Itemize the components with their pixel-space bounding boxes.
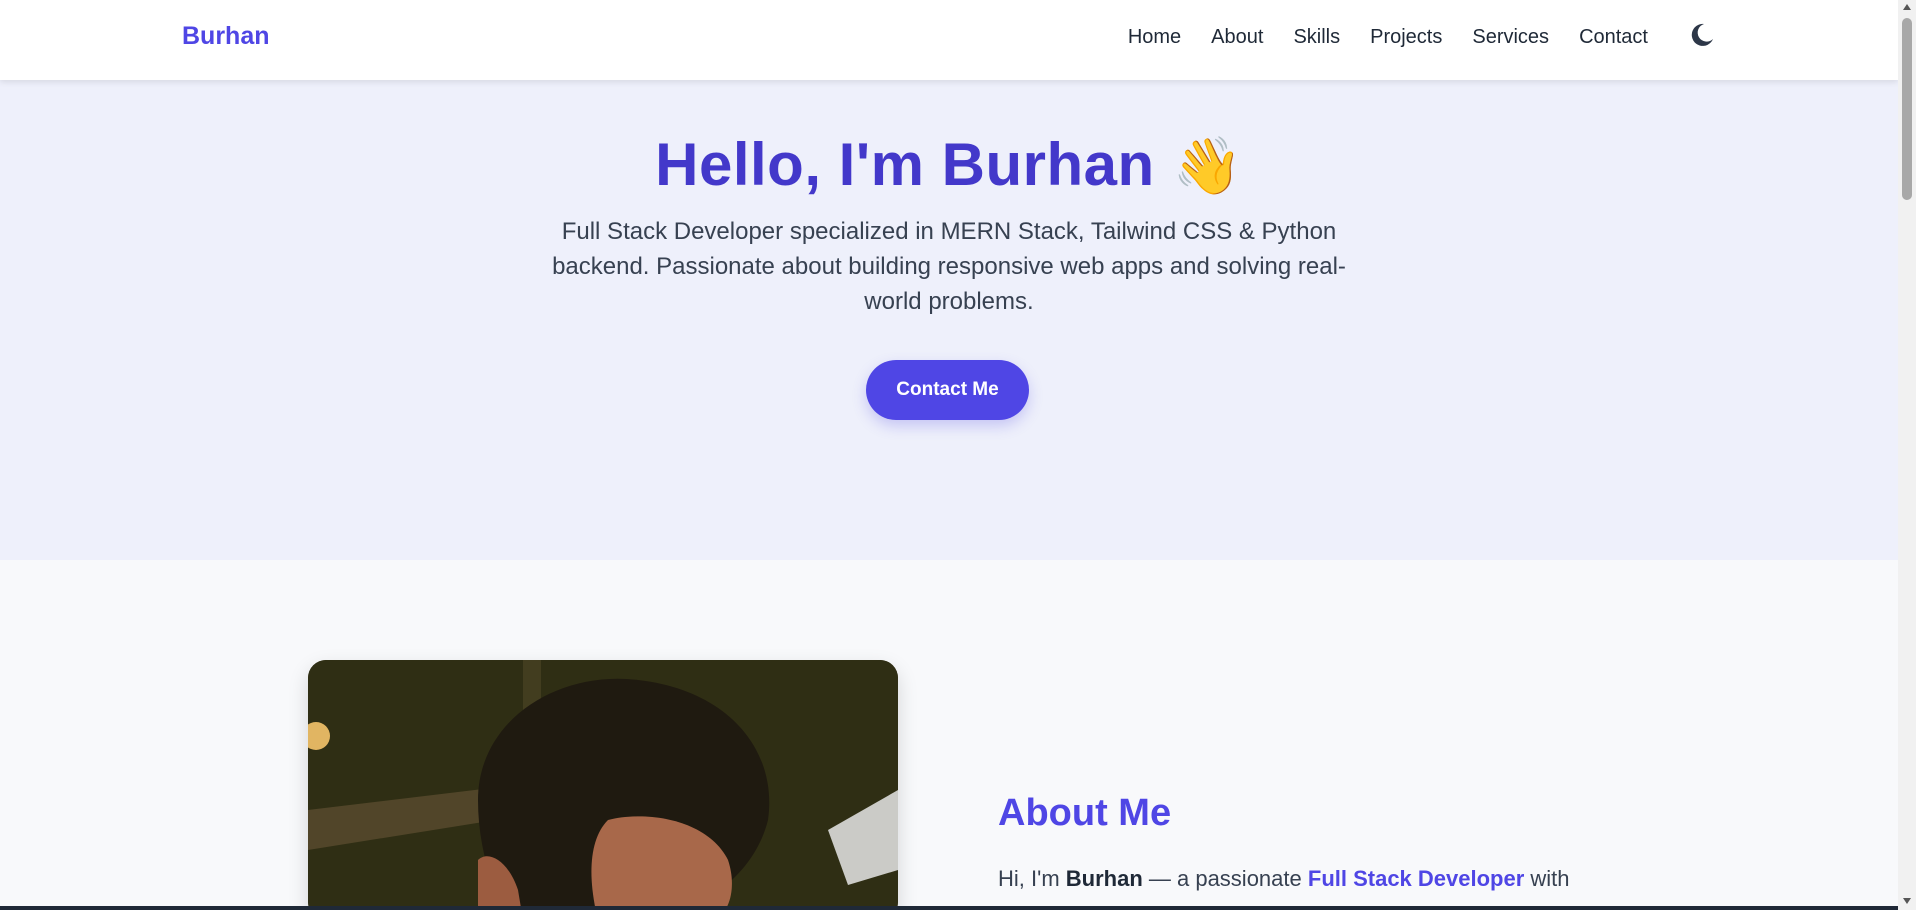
nav-link-home[interactable]: Home [1128,26,1181,49]
about-intro-role: Full Stack Developer [1307,866,1525,891]
about-intro: Hi, I'm Burhan — a passionate Full Stack… [998,862,1618,896]
page: Burhan Home About Skills Projects Servic… [0,0,1898,910]
about-intro-name: Burhan [1065,866,1143,891]
about-title: About Me [998,792,1172,834]
moon-icon [1691,23,1713,46]
hero-title-text: Hello, I'm Burhan [655,131,1155,198]
scroll-up-arrow-icon[interactable] [1903,4,1911,10]
nav-link-contact[interactable]: Contact [1579,26,1648,49]
about-section: About Me Hi, I'm Burhan — a passionate F… [0,560,1898,910]
scroll-down-arrow-icon[interactable] [1903,898,1911,904]
brand-logo[interactable]: Burhan [182,22,270,51]
hero-title: Hello, I'm Burhan 👋 [0,130,1898,199]
contact-me-button[interactable]: Contact Me [866,360,1029,420]
nav-links: Home About Skills Projects Services Cont… [1128,26,1648,49]
profile-photo [308,660,898,910]
wave-emoji-icon: 👋 [1172,134,1243,197]
navbar: Burhan Home About Skills Projects Servic… [0,0,1898,80]
nav-link-services[interactable]: Services [1472,26,1549,49]
viewport-bottom-edge [0,906,1898,910]
nav-link-projects[interactable]: Projects [1370,26,1442,49]
about-intro-prefix: Hi, I'm [998,866,1066,891]
theme-toggle-button[interactable] [1686,20,1716,50]
hero-subtitle: Full Stack Developer specialized in MERN… [552,218,1346,315]
about-intro-suffix: with [1524,866,1570,891]
profile-photo-graphic [308,660,898,910]
nav-link-about[interactable]: About [1211,26,1263,49]
page-scrollbar[interactable] [1898,0,1916,910]
hero-section: Hello, I'm Burhan 👋 Full Stack Developer … [0,80,1898,560]
about-intro-mid: — a passionate [1142,866,1308,891]
nav-link-skills[interactable]: Skills [1293,26,1340,49]
scrollbar-thumb[interactable] [1902,18,1912,200]
